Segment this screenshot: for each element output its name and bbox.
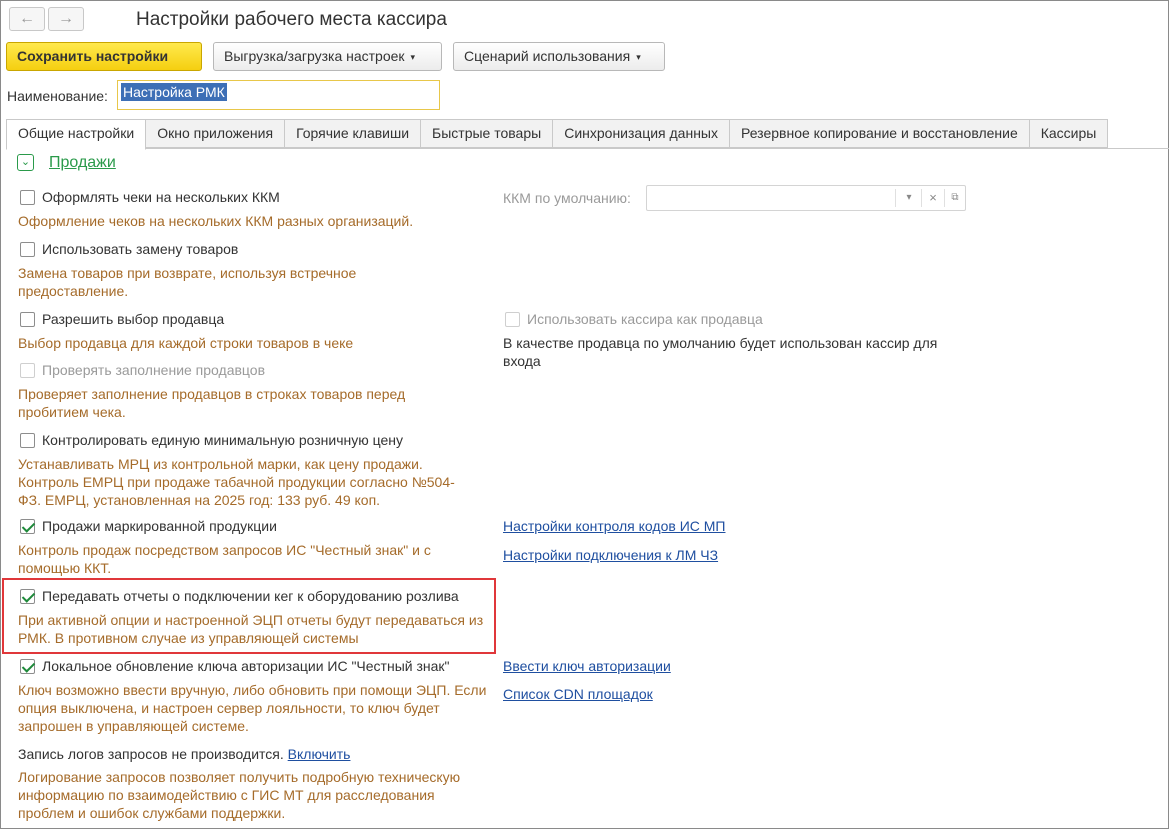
logging-desc: Логирование запросов позволяет получить … — [18, 769, 461, 821]
section-collapse-toggle[interactable]: ⌄ — [17, 154, 34, 171]
enter-auth-key-link[interactable]: Ввести ключ авторизации — [503, 658, 671, 674]
tab-general[interactable]: Общие настройки — [6, 119, 147, 150]
lm-chz-connection-settings-link[interactable]: Настройки подключения к ЛМ ЧЗ — [503, 547, 718, 563]
arrow-right-icon: → — [58, 10, 74, 27]
export-import-button[interactable]: Выгрузка/загрузка настроек ▾ — [213, 42, 442, 71]
tab-hotkeys[interactable]: Горячие клавиши — [285, 119, 422, 148]
combo-separator — [921, 189, 922, 207]
open-icon[interactable]: ⧉ — [946, 189, 964, 207]
seller-choice-desc: Выбор продавца для каждой строки товаров… — [18, 335, 354, 351]
export-import-label: Выгрузка/загрузка настроек — [224, 48, 405, 64]
name-label: Наименование: — [7, 88, 108, 104]
marked-sales-label: Продажи маркированной продукции — [42, 518, 277, 534]
cdn-list-link[interactable]: Список CDN площадок — [503, 686, 653, 702]
auth-key-desc: Ключ возможно ввести вручную, либо обнов… — [18, 682, 487, 734]
combo-separator — [944, 189, 945, 207]
chevron-down-icon: ▾ — [636, 52, 641, 62]
usage-scenario-label: Сценарий использования — [464, 48, 631, 64]
keg-reports-checkbox[interactable] — [20, 589, 35, 604]
section-title-sales[interactable]: Продажи — [49, 154, 116, 172]
arrow-left-icon: ← — [19, 10, 35, 27]
tab-quick-goods[interactable]: Быстрые товары — [421, 119, 554, 148]
keg-reports-label: Передавать отчеты о подключении кег к об… — [42, 588, 459, 604]
combo-separator — [895, 189, 896, 207]
multi-kkm-checkbox[interactable] — [20, 190, 35, 205]
cashier-as-seller-label: Использовать кассира как продавца — [527, 311, 763, 327]
save-settings-button[interactable]: Сохранить настройки — [6, 42, 202, 71]
name-input-value: Настройка РМК — [121, 83, 227, 101]
multi-kkm-desc: Оформление чеков на нескольких ККМ разны… — [18, 213, 414, 229]
name-input[interactable]: Настройка РМК — [117, 80, 440, 110]
cashier-as-seller-checkbox[interactable] — [505, 312, 520, 327]
tab-bar: Общие настройки Окно приложения Горячие … — [6, 119, 1109, 150]
chevron-down-icon: ⌄ — [20, 156, 31, 168]
tab-cashiers[interactable]: Кассиры — [1029, 119, 1109, 148]
check-sellers-desc: Проверяет заполнение продавцов в строках… — [18, 386, 406, 420]
logging-status-text: Запись логов запросов не производится. — [18, 746, 284, 762]
min-price-label: Контролировать единую минимальную рознич… — [42, 432, 404, 448]
auth-key-checkbox[interactable] — [20, 659, 35, 674]
tab-app-window[interactable]: Окно приложения — [146, 119, 286, 148]
forward-button[interactable]: → — [48, 7, 84, 31]
check-sellers-label: Проверять заполнение продавцов — [42, 362, 266, 378]
default-kkm-select[interactable]: ▾ × ⧉ — [646, 185, 966, 211]
replace-goods-checkbox[interactable] — [20, 242, 35, 257]
tab-backup[interactable]: Резервное копирование и восстановление — [729, 119, 1030, 148]
chevron-down-icon: ▾ — [410, 52, 416, 62]
marking-control-settings-link[interactable]: Настройки контроля кодов ИС МП — [503, 518, 725, 534]
marked-sales-checkbox[interactable] — [20, 519, 35, 534]
dropdown-arrow-icon[interactable]: ▾ — [900, 189, 918, 207]
cashier-as-seller-desc: В качестве продавца по умолчанию будет и… — [503, 335, 938, 369]
keg-reports-desc: При активной опции и настроенной ЭЦП отч… — [18, 612, 484, 646]
multi-kkm-label: Оформлять чеки на нескольких ККМ — [42, 189, 280, 205]
min-price-desc: Устанавливать МРЦ из контрольной марки, … — [18, 456, 455, 508]
marked-sales-desc: Контроль продаж посредством запросов ИС … — [18, 542, 431, 576]
check-sellers-checkbox[interactable] — [20, 363, 35, 378]
auth-key-label: Локальное обновление ключа авторизации И… — [42, 658, 450, 674]
replace-goods-label: Использовать замену товаров — [42, 241, 239, 257]
default-kkm-label: ККМ по умолчанию: — [503, 190, 631, 206]
seller-choice-label: Разрешить выбор продавца — [42, 311, 225, 327]
tab-data-sync[interactable]: Синхронизация данных — [553, 119, 730, 148]
clear-icon[interactable]: × — [924, 189, 942, 207]
usage-scenario-button[interactable]: Сценарий использования ▾ — [453, 42, 665, 71]
min-price-checkbox[interactable] — [20, 433, 35, 448]
seller-choice-checkbox[interactable] — [20, 312, 35, 327]
logging-status: Запись логов запросов не производится. В… — [18, 745, 350, 763]
page-title: Настройки рабочего места кассира — [136, 9, 447, 30]
replace-goods-desc: Замена товаров при возврате, используя в… — [18, 265, 357, 299]
back-button[interactable]: ← — [9, 7, 45, 31]
enable-logging-link[interactable]: Включить — [288, 746, 351, 762]
